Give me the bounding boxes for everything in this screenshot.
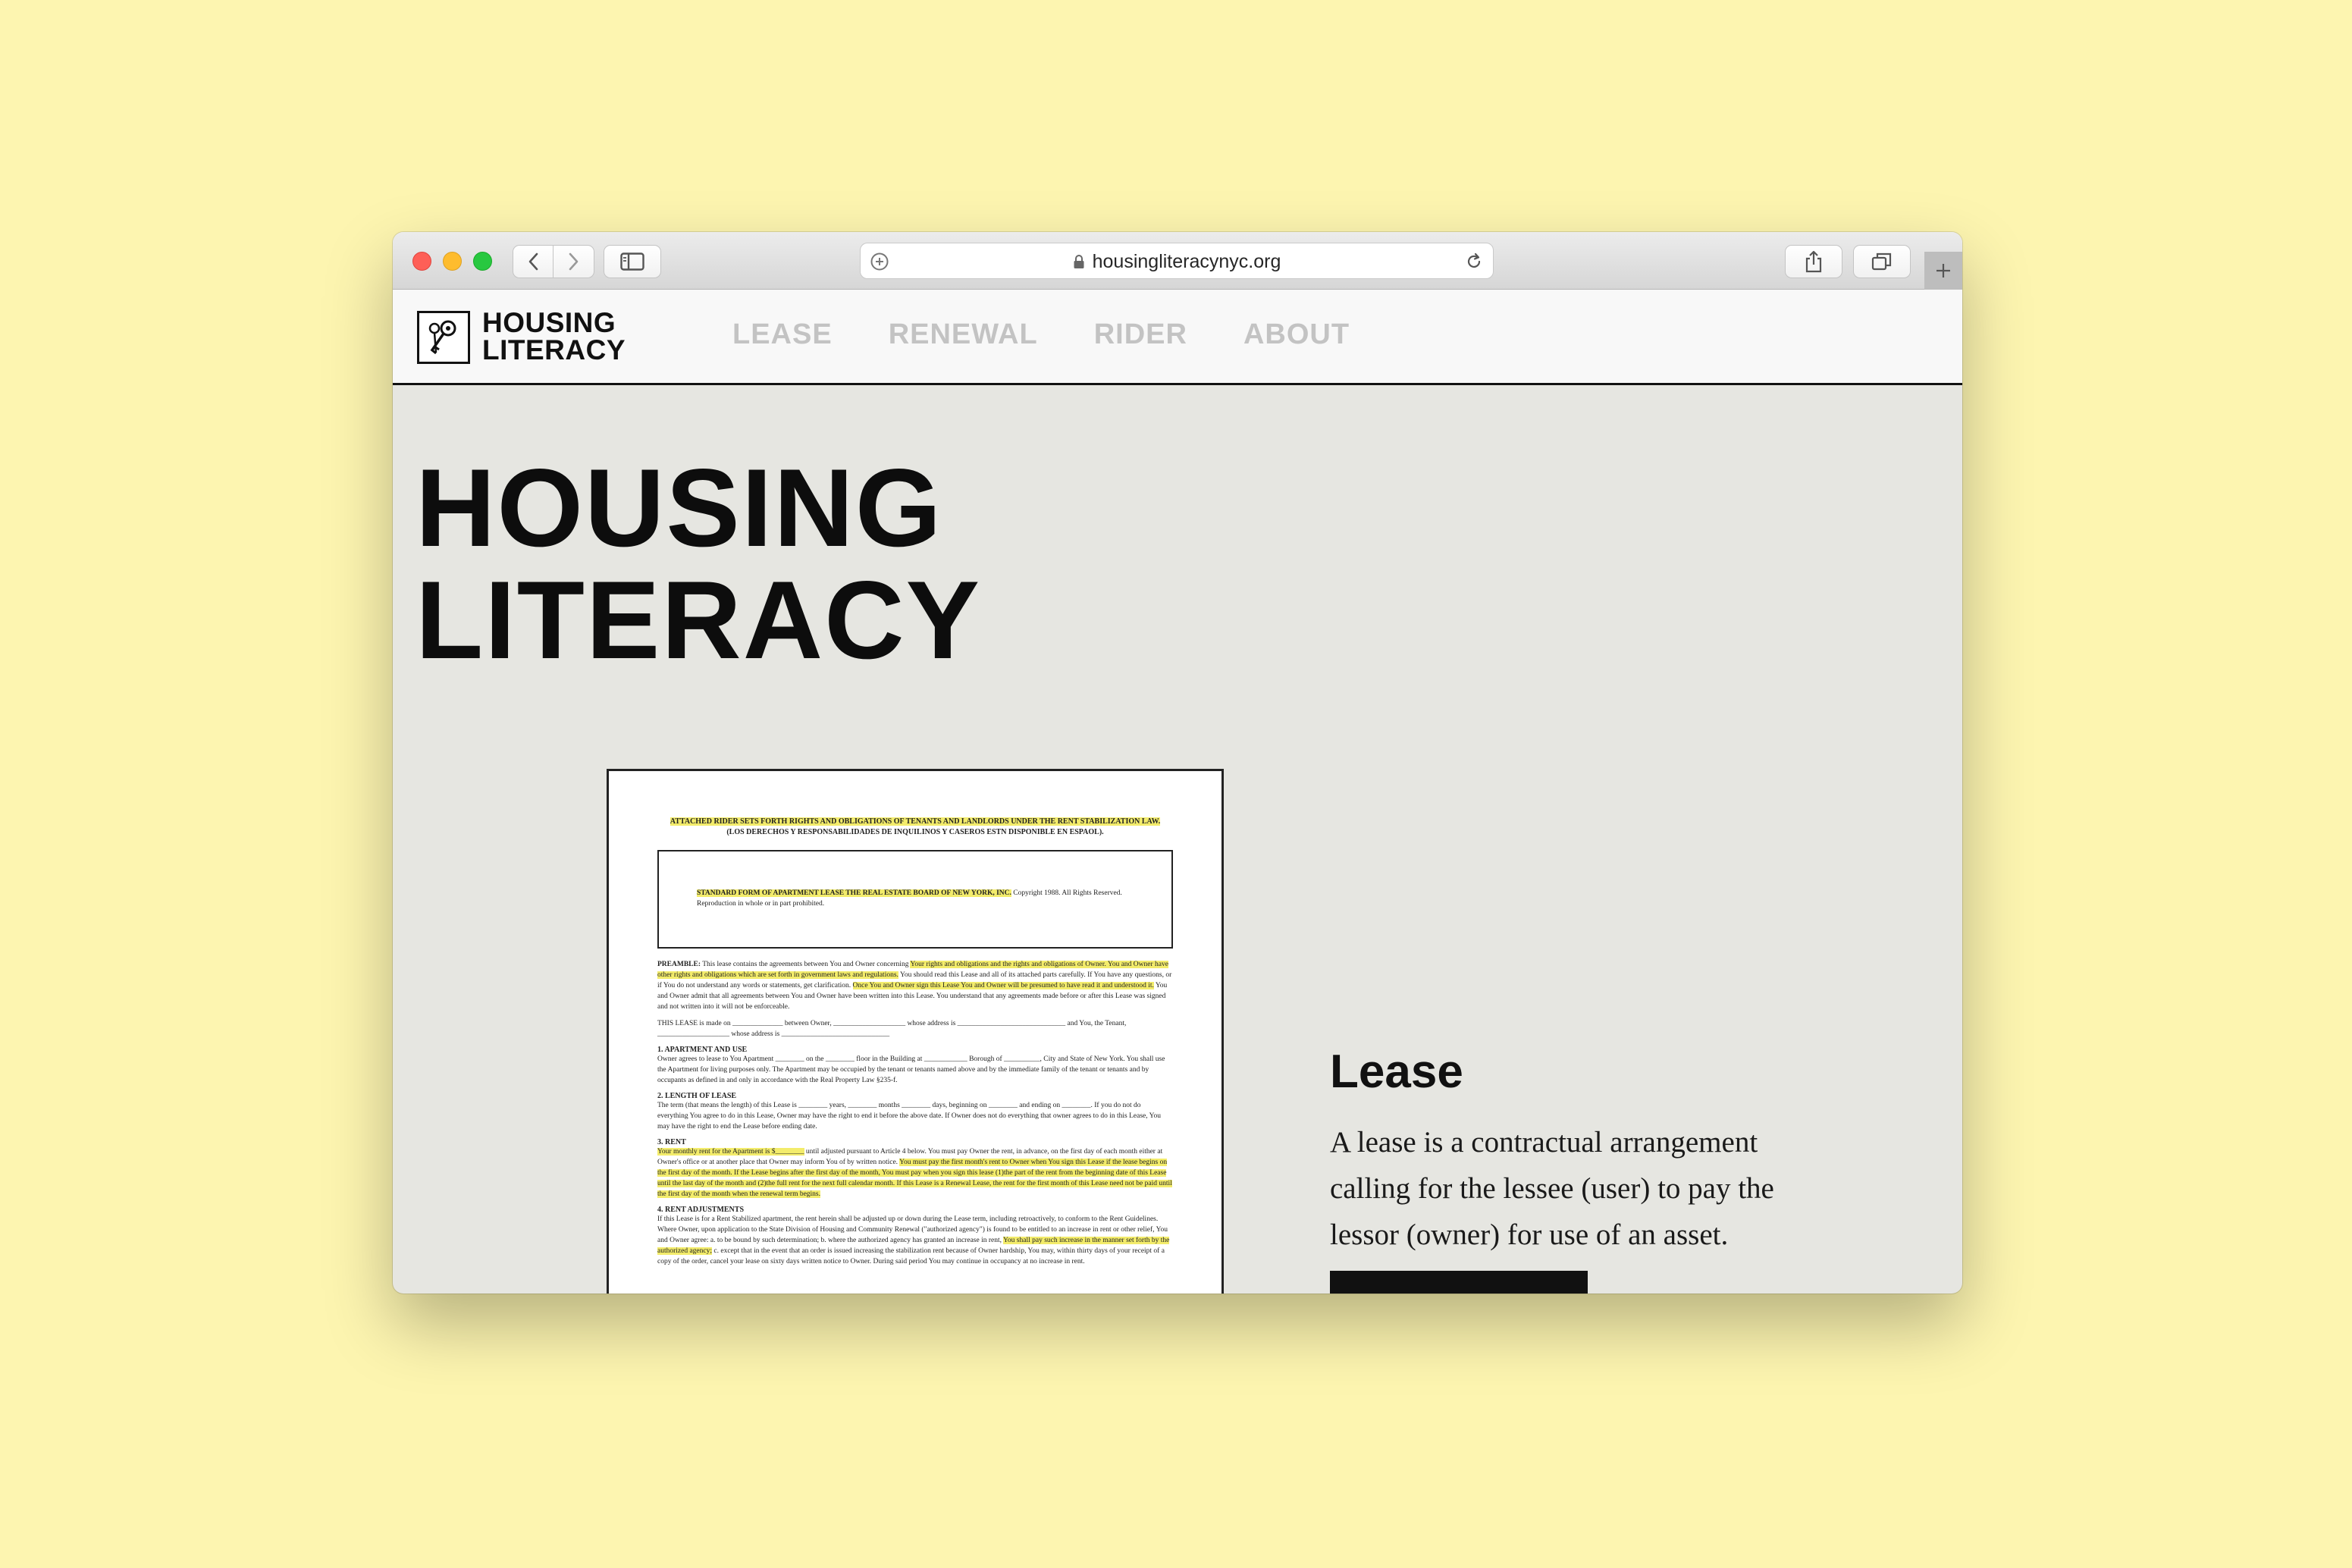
doc-sec1-title: 1. APARTMENT AND USE <box>657 1046 748 1054</box>
doc-sec4-title: 4. RENT ADJUSTMENTS <box>657 1206 745 1214</box>
doc-header: ATTACHED RIDER SETS FORTH RIGHTS AND OBL… <box>657 817 1173 838</box>
url-display[interactable]: housingliteracynyc.org <box>861 243 1493 280</box>
nav-renewal[interactable]: RENEWAL <box>889 318 1038 351</box>
site-header: HOUSING LITERACY LEASE RENEWAL RIDER ABO… <box>393 290 1962 385</box>
url-text: housingliteracynyc.org <box>1092 250 1281 272</box>
doc-sec4-text: If this Lease is for a Rent Stabilized a… <box>657 1214 1173 1267</box>
nav-about[interactable]: ABOUT <box>1243 318 1350 351</box>
minimize-window-button[interactable] <box>443 252 462 271</box>
hero-line-1: HOUSING <box>416 446 943 569</box>
doc-sec3-hl: Your monthly rent for the Apartment is $… <box>657 1148 804 1156</box>
logo-line-1: HOUSING <box>482 307 616 338</box>
doc-header-1: ATTACHED RIDER SETS FORTH RIGHTS AND OBL… <box>670 817 1161 826</box>
doc-box-bold: STANDARD FORM OF APARTMENT LEASE THE REA… <box>697 889 1011 897</box>
doc-made-on: THIS LEASE is made on ______________ bet… <box>657 1020 1127 1038</box>
sidebar-toggle-button[interactable] <box>604 245 661 278</box>
lease-document-preview[interactable]: ATTACHED RIDER SETS FORTH RIGHTS AND OBL… <box>607 769 1224 1294</box>
doc-sec2-title: 2. LENGTH OF LEASE <box>657 1092 737 1100</box>
site-logo-text[interactable]: HOUSING LITERACY <box>482 309 626 364</box>
sidebar-icon <box>620 252 644 271</box>
browser-toolbar: housingliteracynyc.org <box>393 232 1962 290</box>
doc-sec1-text: Owner agrees to lease to You Apartment _… <box>657 1055 1165 1084</box>
show-tabs-button[interactable] <box>1853 245 1911 278</box>
doc-preamble-a: This lease contains the agreements betwe… <box>701 961 911 968</box>
logo-line-2: LITERACY <box>482 334 626 365</box>
address-bar[interactable]: housingliteracynyc.org <box>860 243 1494 279</box>
doc-preamble: PREAMBLE: This lease contains the agreem… <box>657 959 1173 1012</box>
keys-logo-icon <box>428 320 456 355</box>
doc-sec2-text: The term (that means the length) of this… <box>657 1102 1162 1131</box>
lease-description: A lease is a contractual arrangement cal… <box>1330 1126 1774 1251</box>
browser-window: housingliteracynyc.org HOUSING LITERACY … <box>393 232 1962 1294</box>
doc-preamble-hl2: Once You and Owner sign this Lease You a… <box>852 982 1154 989</box>
reload-icon[interactable] <box>1464 252 1484 271</box>
doc-sec3-text: Your monthly rent for the Apartment is $… <box>657 1146 1173 1200</box>
doc-sec3-title: 3. RENT <box>657 1138 686 1146</box>
main-nav: LEASE RENEWAL RIDER ABOUT <box>732 318 1350 351</box>
forward-icon <box>569 252 578 271</box>
doc-preamble-label: PREAMBLE: <box>657 961 701 968</box>
tabs-icon <box>1871 252 1892 271</box>
back-icon <box>528 252 538 271</box>
hero-line-2: LITERACY <box>416 558 981 682</box>
new-tab-icon <box>1936 264 1950 278</box>
lock-icon <box>1074 255 1084 268</box>
close-window-button[interactable] <box>412 252 431 271</box>
lease-cta-button[interactable] <box>1330 1271 1588 1294</box>
share-icon <box>1805 250 1822 273</box>
back-button[interactable] <box>513 246 554 278</box>
hero-title: HOUSING LITERACY <box>416 452 981 676</box>
doc-title-box: STANDARD FORM OF APARTMENT LEASE THE REA… <box>657 850 1173 949</box>
zoom-window-button[interactable] <box>473 252 492 271</box>
new-tab-button[interactable] <box>1924 252 1962 290</box>
history-nav-group <box>513 245 594 278</box>
doc-sec4-b: c. except that in the event that an orde… <box>657 1247 1165 1265</box>
forward-button[interactable] <box>554 246 594 278</box>
doc-header-2: (LOS DERECHOS Y RESPONSABILIDADES DE INQ… <box>726 828 1104 836</box>
nav-rider[interactable]: RIDER <box>1094 318 1187 351</box>
share-button[interactable] <box>1785 245 1842 278</box>
lease-heading: Lease <box>1330 1046 1463 1098</box>
nav-lease[interactable]: LEASE <box>732 318 833 351</box>
site-logo[interactable] <box>417 311 470 364</box>
